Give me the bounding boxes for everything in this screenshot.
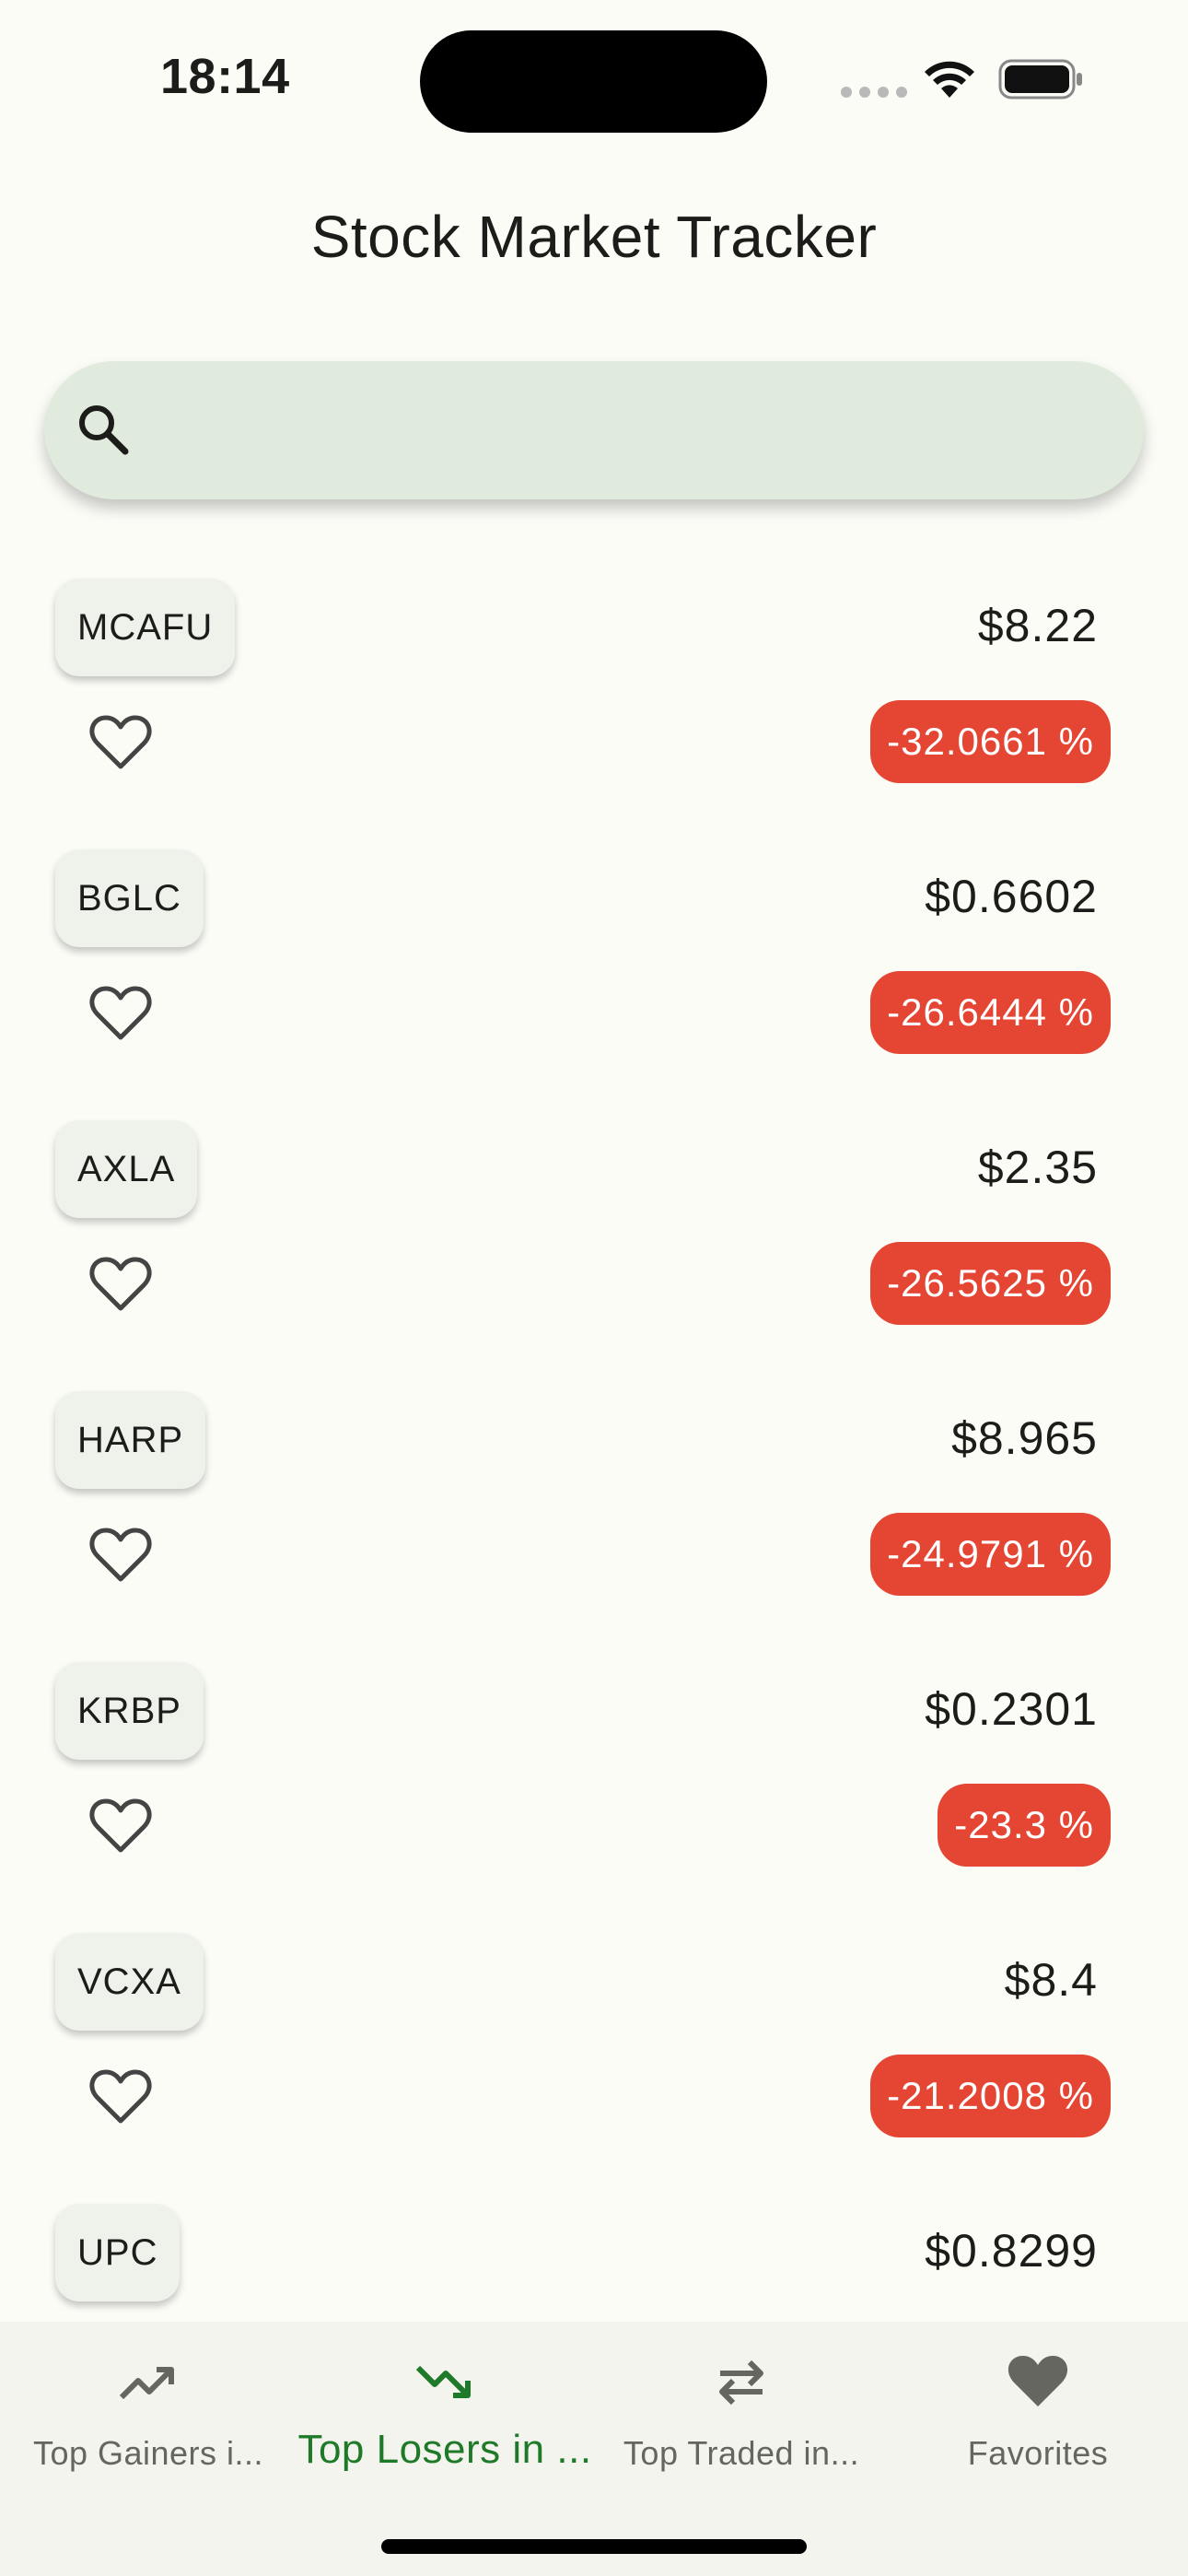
nav-tab-label: Top Traded in... xyxy=(623,2434,860,2472)
percent-change-badge: -26.6444 % xyxy=(870,971,1111,1054)
heart-outline-icon[interactable] xyxy=(88,713,153,772)
stock-row[interactable]: MCAFU $8.22 -32.0661 % xyxy=(0,562,1188,833)
heart-outline-icon[interactable] xyxy=(88,1255,153,1314)
stock-row[interactable]: VCXA $8.4 -21.2008 % xyxy=(0,1916,1188,2187)
wifi-icon xyxy=(925,61,974,98)
stock-row[interactable]: UPC $0.8299 xyxy=(0,2187,1188,2313)
nav-tab-label: Top Gainers i... xyxy=(32,2434,264,2472)
status-bar: 18:14 xyxy=(0,0,1188,138)
stock-price: $0.6602 xyxy=(925,871,1098,922)
stock-list[interactable]: MCAFU $8.22 -32.0661 % BGLC $0.6602 -26.… xyxy=(0,562,1188,2313)
stock-symbol-chip[interactable]: VCXA xyxy=(55,1933,204,2031)
stock-row[interactable]: KRBP $0.2301 -23.3 % xyxy=(0,1645,1188,1916)
trending-down-icon xyxy=(415,2365,471,2398)
stock-row[interactable]: AXLA $2.35 -26.5625 % xyxy=(0,1104,1188,1375)
nav-tab-favorites[interactable]: Favorites xyxy=(890,2322,1186,2497)
heart-outline-icon[interactable] xyxy=(88,1526,153,1585)
heart-icon xyxy=(1007,2356,1068,2406)
stock-symbol-chip[interactable]: BGLC xyxy=(55,849,204,947)
status-time: 18:14 xyxy=(160,49,290,104)
page-title: Stock Market Tracker xyxy=(310,204,878,270)
percent-change-badge: -32.0661 % xyxy=(870,700,1111,783)
app-screen: 18:14 Stock Market Tracker MCAFU $8.22 -… xyxy=(0,0,1188,2576)
nav-tab-label: Top Losers in ... xyxy=(297,2427,592,2472)
home-indicator[interactable] xyxy=(381,2539,807,2554)
stock-row[interactable]: HARP $8.965 -24.9791 % xyxy=(0,1375,1188,1645)
dynamic-island xyxy=(420,30,767,133)
battery-icon xyxy=(998,59,1082,100)
nav-tab-top-gainers[interactable]: Top Gainers i... xyxy=(0,2322,297,2497)
stock-price: $2.35 xyxy=(977,1142,1098,1193)
percent-change-badge: -21.2008 % xyxy=(870,2055,1111,2137)
stock-price: $0.8299 xyxy=(925,2225,1098,2277)
stock-symbol-chip[interactable]: KRBP xyxy=(55,1662,204,1760)
percent-change-badge: -24.9791 % xyxy=(870,1513,1111,1596)
stock-symbol-chip[interactable]: MCAFU xyxy=(55,579,236,676)
percent-change-badge: -23.3 % xyxy=(938,1784,1111,1867)
nav-tab-top-traded[interactable]: Top Traded in... xyxy=(593,2322,890,2497)
search-icon xyxy=(79,405,129,455)
heart-outline-icon[interactable] xyxy=(88,1797,153,1856)
heart-outline-icon[interactable] xyxy=(88,2067,153,2126)
stock-symbol-chip[interactable]: UPC xyxy=(55,2204,181,2301)
bottom-navigation-bar: Top Gainers i... Top Losers in ... Top T… xyxy=(0,2322,1188,2576)
percent-change-badge: -26.5625 % xyxy=(870,1242,1111,1325)
stock-symbol-chip[interactable]: HARP xyxy=(55,1391,206,1489)
cellular-signal-icon xyxy=(841,87,907,98)
nav-tab-label: Favorites xyxy=(967,2434,1109,2472)
stock-row[interactable]: BGLC $0.6602 -26.6444 % xyxy=(0,833,1188,1104)
swap-arrows-icon xyxy=(719,2359,763,2406)
stock-price: $8.4 xyxy=(1004,1954,1098,2006)
stock-price: $0.2301 xyxy=(925,1683,1098,1735)
stock-price: $8.22 xyxy=(977,600,1098,651)
stock-price: $8.965 xyxy=(951,1412,1098,1464)
search-input[interactable] xyxy=(155,389,1112,472)
search-bar[interactable] xyxy=(44,361,1144,499)
trending-up-icon xyxy=(119,2367,174,2400)
heart-outline-icon[interactable] xyxy=(88,984,153,1043)
stock-symbol-chip[interactable]: AXLA xyxy=(55,1120,198,1218)
nav-tab-top-losers[interactable]: Top Losers in ... xyxy=(297,2322,593,2497)
